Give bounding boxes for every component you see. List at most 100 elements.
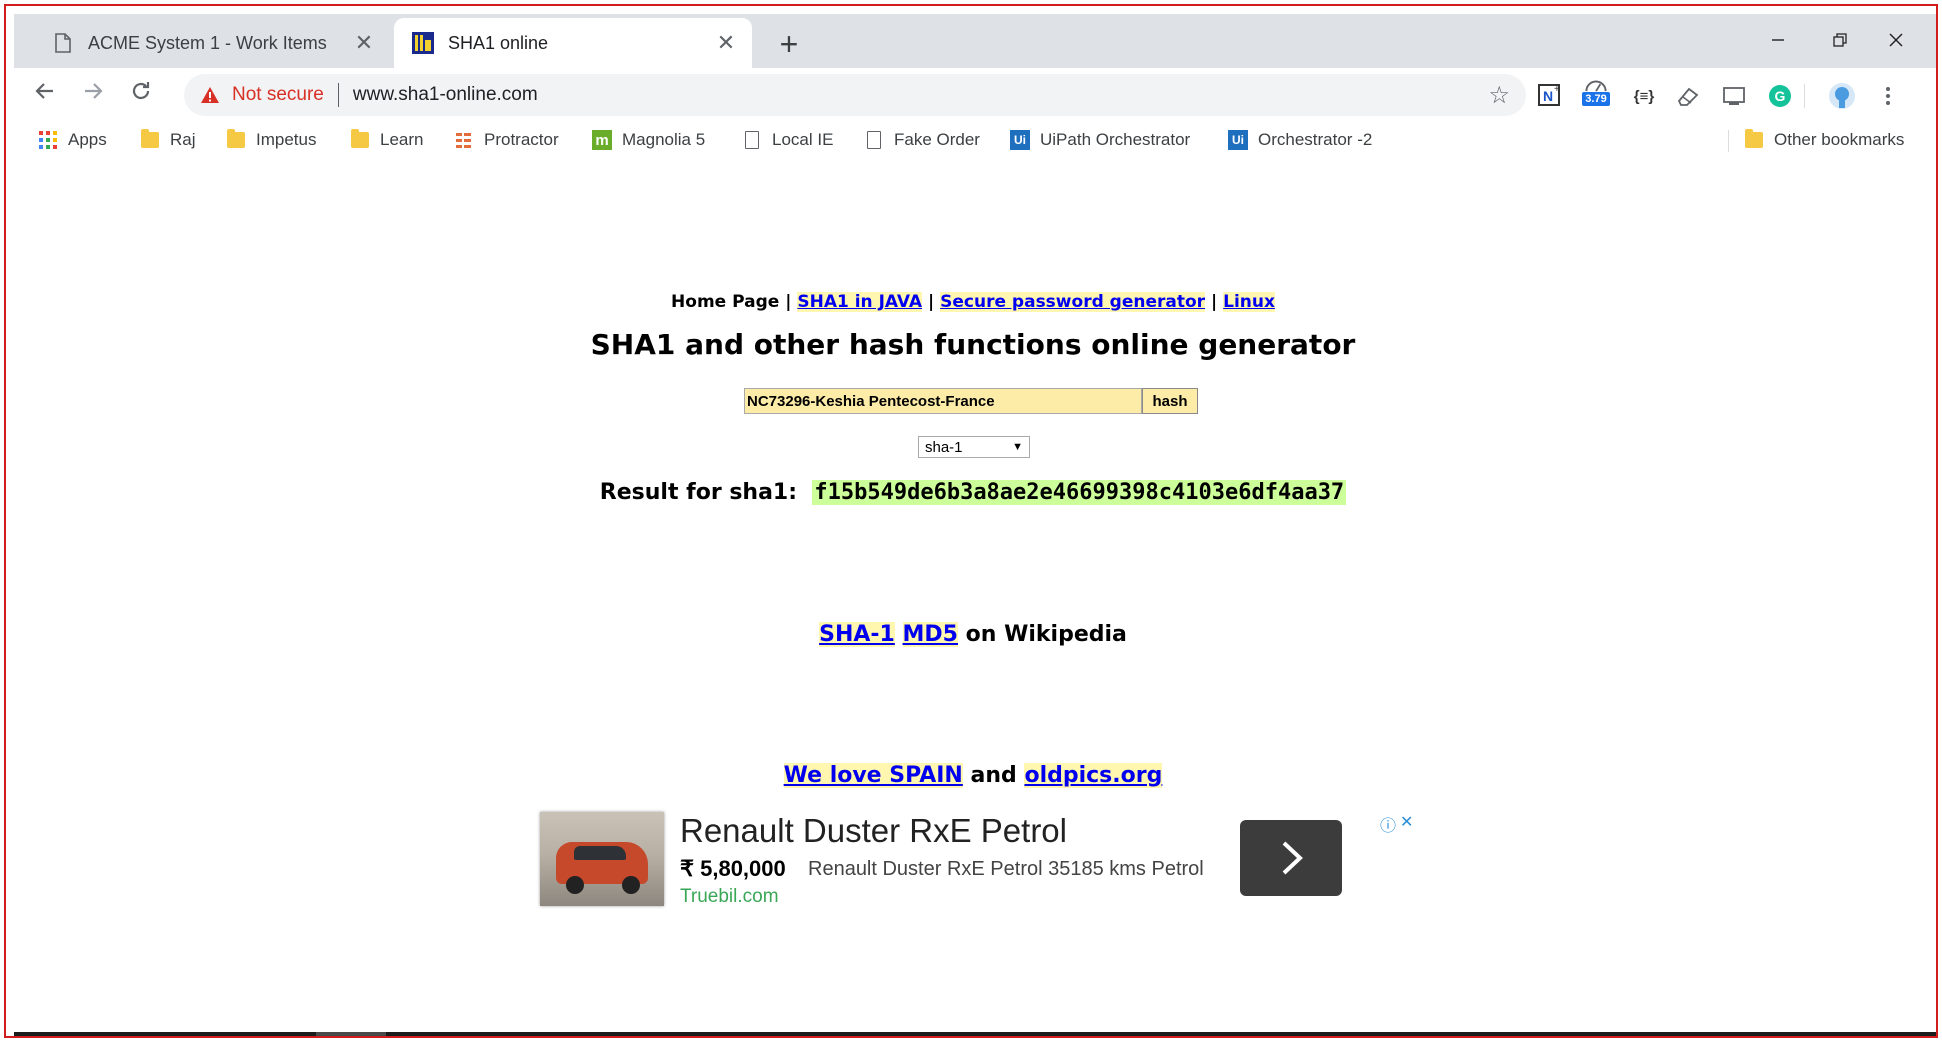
linux-link[interactable]: Linux — [1223, 292, 1275, 312]
ad-next-button[interactable] — [1240, 820, 1342, 896]
chevron-right-icon — [1282, 841, 1303, 875]
bookmark-orchestrator-2[interactable]: Ui Orchestrator -2 — [1228, 126, 1372, 154]
bookmark-label: Protractor — [484, 130, 559, 149]
grammarly-icon[interactable]: G — [1766, 82, 1794, 110]
svg-text:+: + — [1554, 84, 1560, 95]
bookmark-label: UiPath Orchestrator — [1040, 130, 1191, 149]
chrome-menu-icon[interactable] — [1874, 82, 1902, 110]
uipath-icon: Ui — [1010, 130, 1030, 150]
forward-arrow-icon[interactable] — [76, 78, 110, 112]
wikipedia-suffix: on Wikipedia — [965, 622, 1127, 647]
bookmark-magnolia[interactable]: m Magnolia 5 — [592, 126, 705, 154]
restore-icon[interactable] — [1820, 28, 1860, 56]
bookmark-label: Other bookmarks — [1774, 130, 1905, 149]
hash-button[interactable]: hash — [1142, 388, 1198, 414]
bookmark-label: Magnolia 5 — [622, 130, 706, 149]
tab-sha1-online[interactable]: SHA1 online ✕ — [394, 18, 752, 68]
bookmark-star-icon[interactable]: ☆ — [1488, 81, 1510, 110]
reload-icon[interactable] — [124, 78, 158, 112]
result-hash-value: f15b549de6b3a8ae2e46699398c4103e6df4aa37 — [812, 480, 1347, 505]
bookmark-fake-order[interactable]: Fake Order — [864, 126, 980, 154]
screenshot-frame: ACME System 1 - Work Items ✕ SHA1 online… — [4, 4, 1938, 1038]
we-love-spain-link[interactable]: We love SPAIN — [783, 763, 963, 788]
sha1-site-favicon-icon — [412, 32, 434, 54]
uipath-icon: Ui — [1228, 130, 1248, 150]
tab-acme-work-items[interactable]: ACME System 1 - Work Items ✕ — [34, 18, 390, 68]
advertisement[interactable]: Renault Duster RxE Petrol ₹ 5,80,000 Ren… — [540, 812, 1413, 916]
bookmark-other-bookmarks[interactable]: Other bookmarks — [1744, 126, 1904, 154]
page-icon — [742, 130, 762, 150]
notion-web-clipper-icon[interactable]: N + — [1536, 82, 1564, 110]
bookmarks-divider — [1728, 130, 1729, 152]
ad-close-icon[interactable]: ✕ — [1400, 812, 1413, 836]
extension-badge: 3.79 — [1582, 92, 1610, 106]
profile-avatar-icon[interactable] — [1828, 82, 1856, 110]
nav-separator: | — [928, 292, 935, 312]
page-icon — [52, 32, 74, 54]
json-viewer-icon[interactable]: {≡} — [1630, 82, 1658, 110]
bookmark-protractor[interactable]: Protractor — [454, 126, 559, 154]
ad-title[interactable]: Renault Duster RxE Petrol — [680, 812, 1067, 850]
url-text[interactable]: www.sha1-online.com — [353, 84, 1489, 106]
promo-conjunction: and — [970, 763, 1017, 788]
ad-info-icon[interactable]: ⓘ — [1380, 812, 1396, 836]
minimize-icon[interactable] — [1758, 28, 1798, 56]
nav-separator: | — [785, 292, 792, 312]
apps-grid-icon — [38, 130, 58, 150]
back-arrow-icon[interactable] — [28, 78, 62, 112]
omnibox-divider — [337, 83, 339, 107]
bookmarks-bar: Apps Raj Impetus Learn Protractor m Magn… — [14, 122, 1936, 158]
bookmark-folder-learn[interactable]: Learn — [350, 126, 423, 154]
taskbar — [14, 1032, 1936, 1036]
tab-close-icon[interactable]: ✕ — [714, 30, 738, 56]
security-status[interactable]: Not secure — [232, 84, 324, 106]
folder-icon — [350, 129, 370, 150]
ad-car-image[interactable] — [540, 812, 664, 906]
new-tab-plus-icon[interactable]: + — [772, 28, 806, 62]
magnolia-icon: m — [592, 130, 612, 150]
sha1-in-java-link[interactable]: SHA1 in JAVA — [797, 292, 923, 312]
folder-icon — [1744, 129, 1764, 150]
hash-form: hash — [744, 388, 1198, 414]
bookmark-label: Orchestrator -2 — [1258, 130, 1373, 149]
secure-password-generator-link[interactable]: Secure password generator — [940, 292, 1206, 312]
bookmark-folder-impetus[interactable]: Impetus — [226, 126, 316, 154]
eraser-extension-icon[interactable] — [1674, 82, 1702, 110]
page-title: SHA1 and other hash functions online gen… — [590, 328, 1356, 361]
home-page-label: Home Page — [671, 292, 780, 312]
nav-separator: | — [1210, 292, 1218, 312]
cast-icon[interactable] — [1720, 82, 1748, 110]
algorithm-selected-value: sha-1 — [925, 438, 963, 456]
wikipedia-links: SHA-1 MD5 on Wikipedia — [6, 622, 1936, 647]
hash-input[interactable] — [744, 388, 1142, 414]
tab-close-icon[interactable]: ✕ — [352, 30, 376, 56]
svg-text:G: G — [1775, 88, 1786, 104]
speed-test-extension-icon[interactable]: 3.79 — [1582, 78, 1610, 106]
bookmark-local-ie[interactable]: Local IE — [742, 126, 833, 154]
address-bar[interactable]: Not secure www.sha1-online.com ☆ — [184, 74, 1526, 116]
svg-text:N: N — [1543, 88, 1553, 104]
bookmark-label: Local IE — [772, 130, 834, 149]
bookmark-label: Raj — [170, 130, 196, 149]
ad-controls: ⓘ ✕ — [1380, 812, 1413, 836]
ad-domain[interactable]: Truebil.com — [680, 886, 779, 908]
md5-wikipedia-link[interactable]: MD5 — [902, 622, 958, 647]
bookmark-folder-raj[interactable]: Raj — [140, 126, 196, 154]
warning-triangle-icon[interactable] — [200, 86, 220, 104]
bookmark-label: Learn — [380, 130, 424, 149]
bookmark-apps[interactable]: Apps — [38, 126, 107, 154]
tab-title: SHA1 online — [448, 32, 549, 53]
dropdown-arrow-icon: ▼ — [1012, 441, 1023, 453]
oldpics-link[interactable]: oldpics.org — [1024, 763, 1163, 788]
site-nav: Home Page | SHA1 in JAVA | Secure passwo… — [6, 292, 1936, 312]
page-content: Home Page | SHA1 in JAVA | Secure passwo… — [6, 158, 1936, 1036]
bookmark-uipath-orchestrator[interactable]: Ui UiPath Orchestrator — [1010, 126, 1190, 154]
tab-strip: ACME System 1 - Work Items ✕ SHA1 online… — [14, 14, 1936, 68]
window-close-icon[interactable] — [1876, 28, 1916, 56]
taskbar-active-item[interactable] — [316, 1032, 386, 1036]
sha1-wikipedia-link[interactable]: SHA-1 — [819, 622, 895, 647]
protractor-icon — [454, 130, 474, 150]
tab-title: ACME System 1 - Work Items — [88, 32, 327, 53]
result-label: Result for sha1: — [599, 480, 798, 505]
algorithm-select[interactable]: sha-1 ▼ — [918, 436, 1030, 458]
